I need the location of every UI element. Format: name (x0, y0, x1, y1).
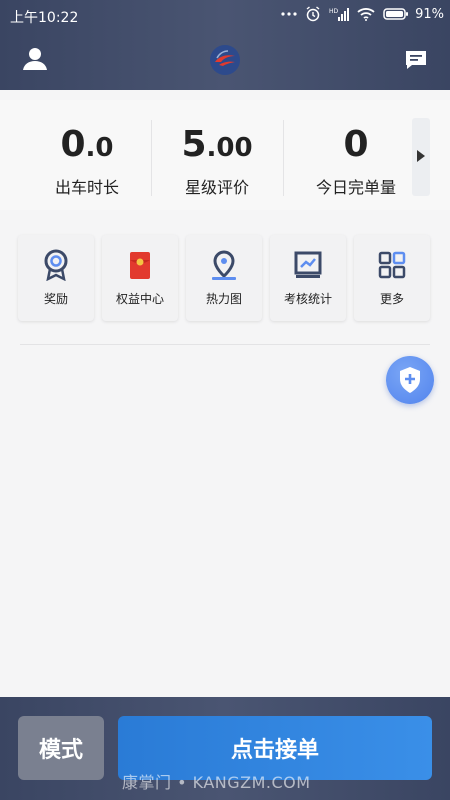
stat-label: 今日完单量 (315, 178, 396, 197)
alarm-icon (305, 6, 321, 22)
status-bar: 上午10:22 HD 91% (0, 0, 450, 32)
user-profile-icon[interactable] (22, 46, 48, 72)
mode-button[interactable]: 模式 (18, 716, 104, 780)
tile-label: 热力图 (205, 292, 242, 306)
caret-right-icon (417, 150, 425, 162)
stat-value-decimal: .00 (206, 133, 253, 163)
message-icon[interactable] (404, 48, 428, 72)
stat-label: 星级评价 (184, 178, 249, 197)
shield-plus-icon (400, 367, 420, 393)
svg-text:HD: HD (329, 8, 339, 15)
chart-icon (293, 249, 323, 281)
wifi-icon (357, 7, 375, 21)
signal-icon: HD (329, 6, 350, 22)
app-logo-icon (209, 44, 241, 76)
battery-icon (383, 8, 409, 20)
stat-value-main: 5 (181, 124, 207, 165)
medal-icon (41, 249, 71, 282)
stats-panel: 0.0 出车时长 5.00 星级评价 0 今日完单量 (0, 100, 450, 210)
feature-tiles: 奖励 权益中心 热力图 考核统计 更多 (18, 235, 432, 323)
app-screen: 上午10:22 HD 91% 0.0 出车时长 5.00 星级评价 0 今日完单… (0, 0, 450, 800)
grid-icon (377, 249, 407, 281)
stat-star-rating[interactable]: 5.00 星级评价 (150, 100, 284, 210)
tile-benefits-center[interactable]: 权益中心 (102, 235, 178, 321)
section-divider (20, 344, 430, 345)
tile-more[interactable]: 更多 (354, 235, 430, 321)
tile-assessment-stats[interactable]: 考核统计 (270, 235, 346, 321)
tile-label: 更多 (379, 292, 404, 306)
app-header (0, 36, 450, 86)
stat-value: 0 (289, 124, 423, 165)
more-dots-icon (281, 11, 297, 17)
stats-more-button[interactable] (412, 118, 430, 196)
location-pin-icon (209, 249, 239, 281)
battery-level: 91% (415, 6, 444, 22)
stat-value-main: 0 (343, 124, 369, 165)
stat-driving-duration[interactable]: 0.0 出车时长 (20, 100, 154, 210)
stat-value-decimal: .0 (85, 133, 114, 163)
stat-value: 5.00 (150, 124, 284, 165)
tile-label: 权益中心 (115, 292, 164, 306)
tile-label: 考核统计 (283, 292, 332, 306)
tile-heatmap[interactable]: 热力图 (186, 235, 262, 321)
safety-shield-button[interactable] (386, 356, 434, 404)
status-time: 上午10:22 (10, 10, 79, 26)
stat-value-main: 0 (60, 124, 86, 165)
stat-label: 出车时长 (54, 178, 119, 197)
red-envelope-icon (125, 249, 155, 281)
stat-today-orders[interactable]: 0 今日完单量 (289, 100, 423, 210)
status-icons: HD 91% (281, 6, 444, 22)
tile-label: 奖励 (43, 292, 68, 306)
stat-divider (283, 120, 284, 196)
tile-rewards[interactable]: 奖励 (18, 235, 94, 321)
stat-value: 0.0 (20, 124, 154, 165)
watermark: 康掌门 • KANGZM.COM (122, 773, 311, 792)
